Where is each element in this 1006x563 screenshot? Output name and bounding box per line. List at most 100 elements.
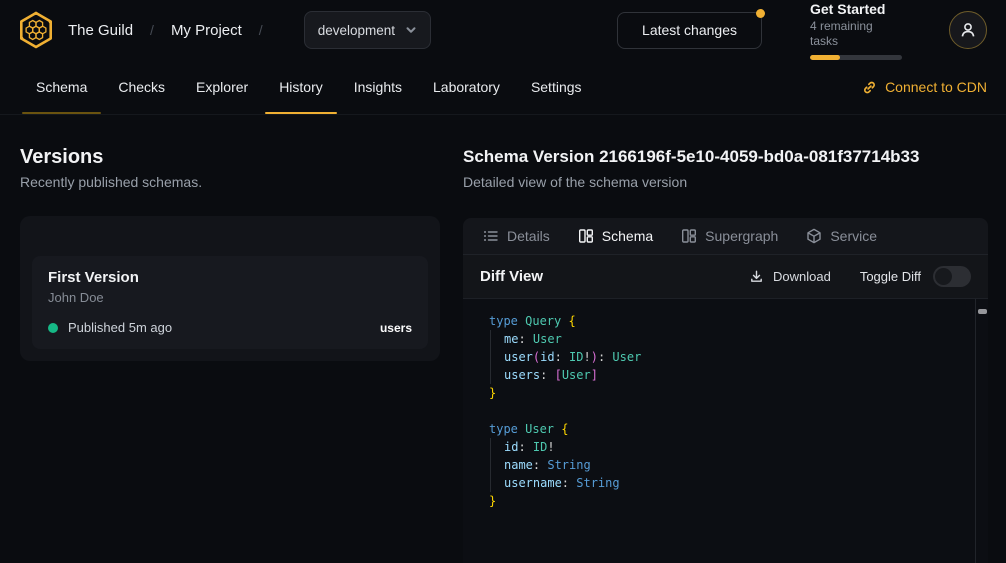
nav-tab-settings[interactable]: Settings: [517, 60, 596, 114]
code-line: username: String: [489, 474, 974, 492]
chevron-down-icon: [405, 24, 417, 36]
code-token: Query: [525, 314, 568, 328]
get-started-title: Get Started: [810, 1, 902, 18]
code-token: {: [568, 314, 575, 328]
code-token: {: [561, 422, 568, 436]
code-line: }: [489, 492, 974, 510]
code-token: ]: [591, 368, 598, 382]
nav-tab-label: Laboratory: [433, 79, 500, 95]
schema-view-panel: Details Schema Supergraph Service Diff View…: [463, 218, 988, 563]
nav-tab-label: Explorer: [196, 79, 248, 95]
code-token: }: [489, 494, 496, 508]
code-token: type: [489, 422, 525, 436]
detail-tab-details[interactable]: Details: [483, 228, 550, 244]
code-token: User: [612, 350, 641, 364]
user-avatar-button[interactable]: [949, 11, 987, 49]
code-token: String: [576, 476, 619, 490]
code-token: !: [547, 440, 554, 454]
nav-tab-label: History: [279, 79, 323, 95]
nav-tab-underline: [265, 112, 337, 114]
box-icon: [806, 228, 822, 244]
breadcrumb-project[interactable]: My Project: [171, 22, 242, 39]
code-line: [489, 402, 974, 420]
code-token: User: [533, 332, 562, 346]
code-token: User: [525, 422, 561, 436]
toggle-diff-switch[interactable]: [933, 266, 971, 287]
code-line: type User {: [489, 420, 974, 438]
code-token: type: [489, 314, 525, 328]
nav-tab-schema[interactable]: Schema: [22, 60, 101, 114]
editor-scrollbar-thumb[interactable]: [978, 309, 987, 314]
nav-tab-history[interactable]: History: [265, 60, 337, 114]
list-icon: [483, 228, 499, 244]
panels-icon: [681, 228, 697, 244]
code-line: type Query {: [489, 312, 974, 330]
version-author: John Doe: [48, 289, 412, 307]
breadcrumb-org[interactable]: The Guild: [68, 22, 133, 39]
get-started-widget[interactable]: Get Started 4 remaining tasks: [810, 1, 902, 60]
connect-to-cdn-label: Connect to CDN: [885, 79, 987, 95]
notification-dot: [756, 9, 765, 18]
version-status-row: Published 5m ago users: [48, 320, 412, 335]
version-list-item[interactable]: First Version John Doe Published 5m ago …: [32, 256, 428, 349]
get-started-progress-fill: [810, 55, 840, 60]
code-token: !: [584, 350, 591, 364]
latest-changes-button[interactable]: Latest changes: [617, 12, 762, 49]
code-token: :: [598, 350, 612, 364]
download-label: Download: [773, 269, 831, 284]
code-line: users: [User]: [489, 366, 974, 384]
detail-tab-schema[interactable]: Schema: [578, 228, 653, 244]
nav-tab-underline: [182, 112, 262, 114]
nav-tab-checks[interactable]: Checks: [104, 60, 179, 114]
nav-tabs: Schema Checks Explorer History Insights Labor…: [22, 60, 599, 114]
editor-scrollbar[interactable]: [975, 299, 988, 563]
app-header: The Guild / My Project / development Lat…: [0, 0, 1006, 60]
schema-code-editor[interactable]: type Query {me: Useruser(id: ID!): Useru…: [463, 299, 988, 563]
breadcrumb-separator: /: [259, 22, 263, 38]
code-token: :: [555, 350, 569, 364]
versions-subtitle: Recently published schemas.: [20, 173, 440, 192]
code-token: User: [562, 368, 591, 382]
breadcrumb: The Guild / My Project /: [68, 22, 280, 39]
download-button[interactable]: Download: [749, 269, 831, 284]
hive-logo-icon[interactable]: [16, 10, 56, 50]
code-line: me: User: [489, 330, 974, 348]
version-detail-panel: Schema Version 2166196f-5e10-4059-bd0a-0…: [463, 145, 988, 563]
nav-tab-laboratory[interactable]: Laboratory: [419, 60, 514, 114]
published-status-dot: [48, 323, 58, 333]
nav-tab-insights[interactable]: Insights: [340, 60, 416, 114]
nav-tab-underline: [104, 112, 179, 114]
connect-to-cdn-button[interactable]: Connect to CDN: [862, 79, 987, 95]
code-token: [: [555, 368, 562, 382]
nav-tab-explorer[interactable]: Explorer: [182, 60, 262, 114]
nav-tab-label: Settings: [531, 79, 582, 95]
code-token: String: [547, 458, 590, 472]
toggle-diff-label: Toggle Diff: [860, 269, 921, 284]
detail-tab-service[interactable]: Service: [806, 228, 877, 244]
detail-tab-label: Details: [507, 228, 550, 244]
target-selector-dropdown[interactable]: development: [304, 11, 431, 49]
nav-tab-underline: [419, 112, 514, 114]
detail-tab-label: Supergraph: [705, 228, 778, 244]
code-line: user(id: ID!): User: [489, 348, 974, 366]
nav-tab-label: Checks: [118, 79, 165, 95]
toggle-knob: [935, 268, 952, 285]
diff-toolbar: Diff View Download Toggle Diff: [463, 255, 988, 299]
nav-tab-underline: [517, 112, 596, 114]
breadcrumb-separator: /: [150, 22, 154, 38]
code-token: :: [533, 458, 547, 472]
user-icon: [959, 21, 977, 39]
code-token: ID: [569, 350, 583, 364]
detail-tab-supergraph[interactable]: Supergraph: [681, 228, 778, 244]
code-token: :: [562, 476, 576, 490]
versions-list-card: First Version John Doe Published 5m ago …: [20, 216, 440, 361]
code-token: id: [540, 350, 554, 364]
detail-tab-label: Service: [830, 228, 877, 244]
code-token: ): [591, 350, 598, 364]
code-line: name: String: [489, 456, 974, 474]
code-token: }: [489, 386, 496, 400]
target-selector-value: development: [318, 23, 395, 38]
code-line: }: [489, 384, 974, 402]
detail-tab-label: Schema: [602, 228, 653, 244]
code-token: :: [518, 440, 532, 454]
